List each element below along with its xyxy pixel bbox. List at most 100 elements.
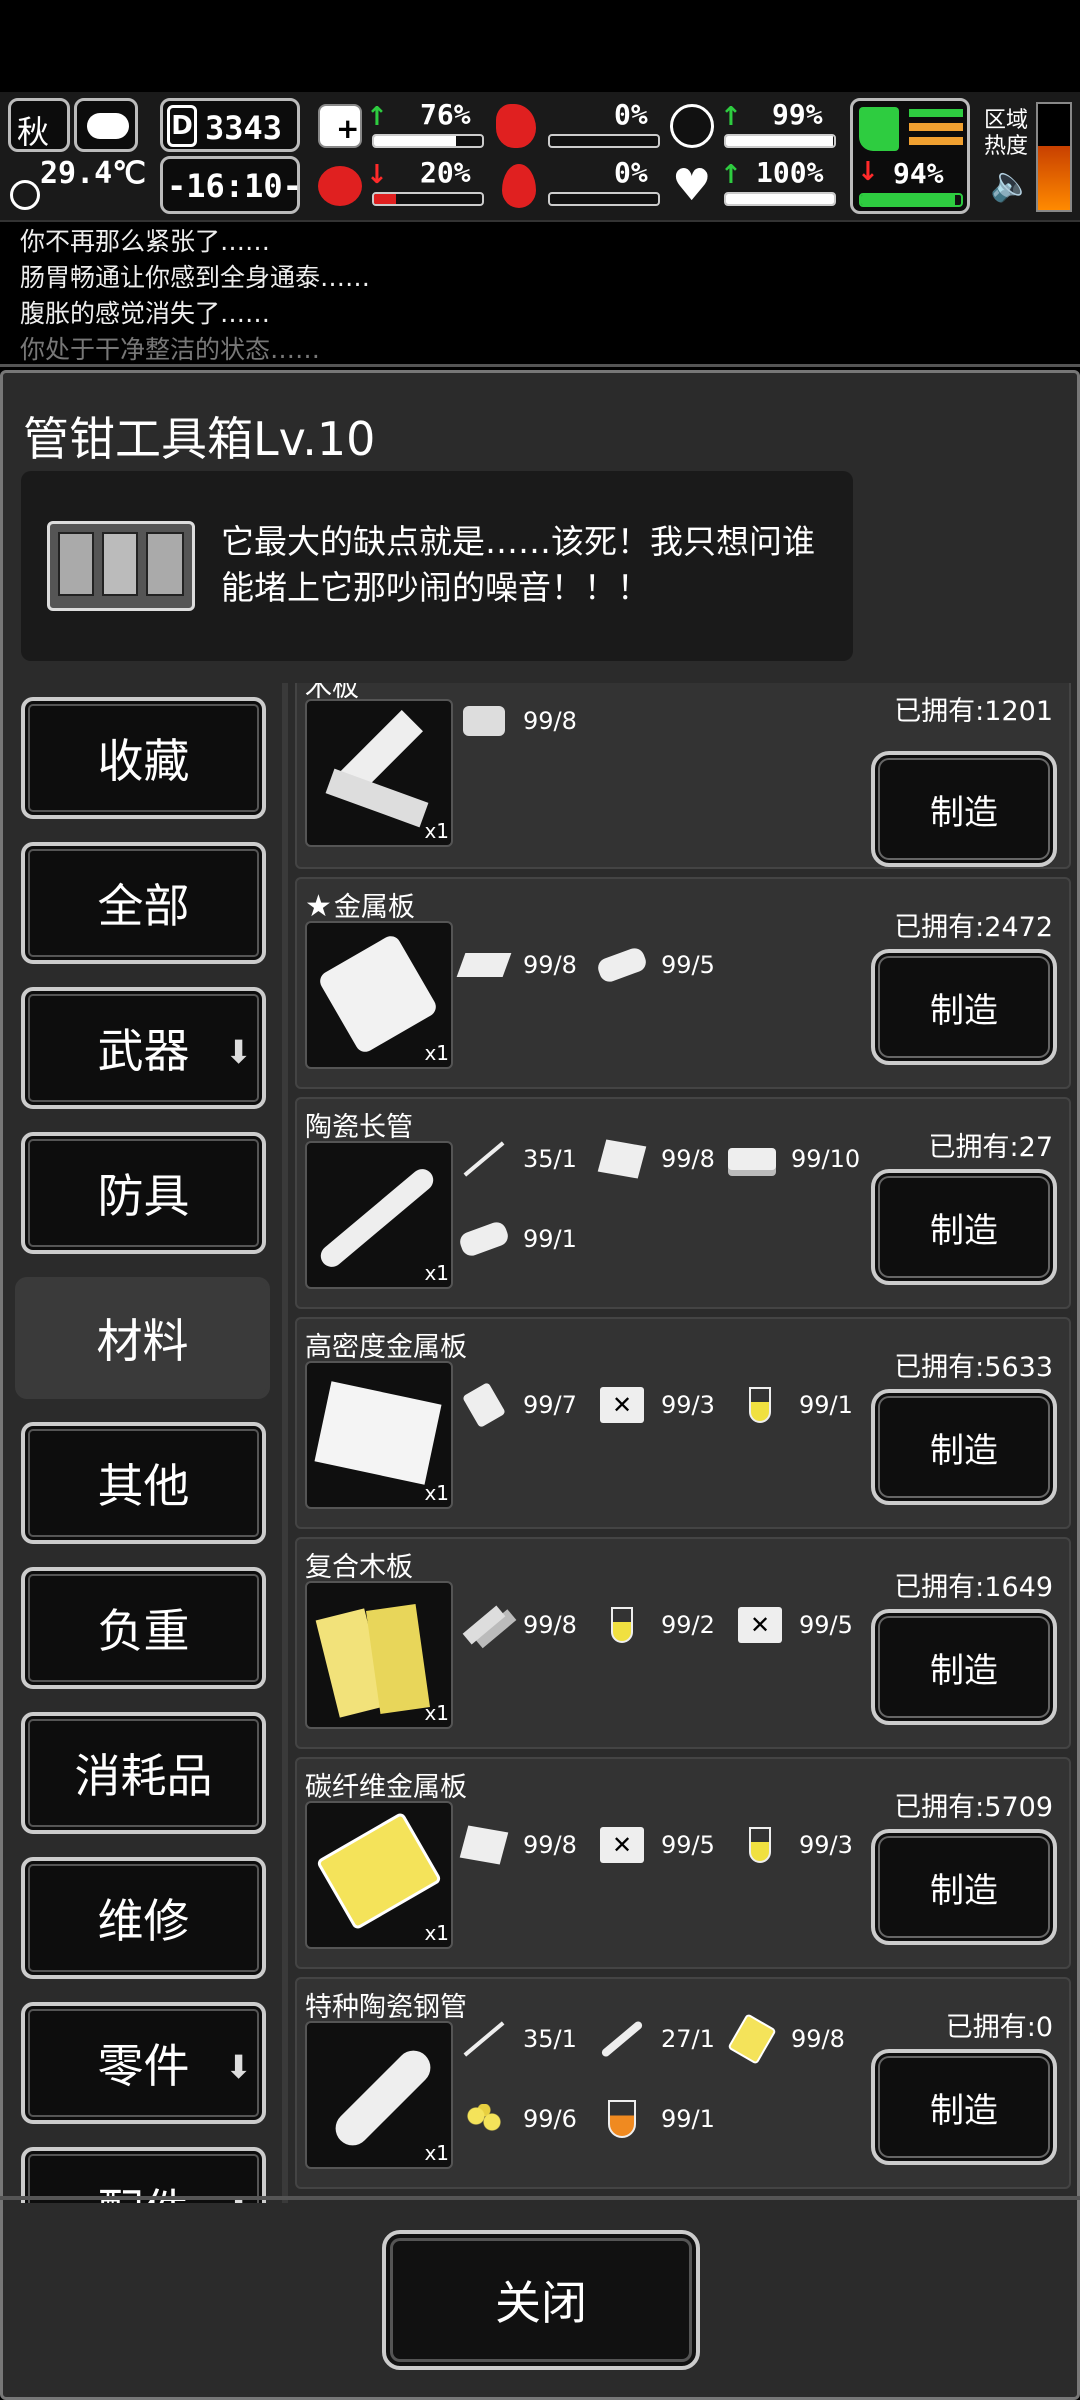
ceramic-pipe-icon: x1: [305, 1141, 453, 1289]
heart-icon: ♥: [672, 160, 712, 211]
shield-icon: [670, 104, 714, 148]
make-button[interactable]: 制造: [871, 2049, 1057, 2165]
scrap-metal-icon: [457, 1217, 511, 1261]
owned-count: 已拥有:2472: [894, 912, 1053, 943]
health-value: 76%: [420, 98, 471, 131]
day-icon: D: [167, 105, 197, 147]
make-button[interactable]: 制造: [871, 1609, 1057, 1725]
category-favorites[interactable]: 收藏: [21, 697, 266, 819]
recipe-name: ★金属板: [305, 889, 415, 924]
stamina-value: 94%: [893, 157, 944, 190]
category-consumables[interactable]: 消耗品: [21, 1712, 266, 1834]
metal-plate-icon: x1: [305, 921, 453, 1069]
medkit-icon: +: [318, 104, 362, 148]
scrap-metal-icon: [595, 943, 649, 987]
stamina-bar: [859, 193, 963, 207]
recipe-card-ceramic-pipe: 陶瓷长管 已拥有:27 x1 35/1 99/8 99/10 99/1 制造: [295, 1097, 1071, 1309]
star-icon[interactable]: ★: [305, 889, 332, 924]
category-weapons[interactable]: 武器 ⬇: [21, 987, 266, 1109]
category-accessories[interactable]: 配件⬇: [21, 2147, 266, 2203]
time-cell: -16:10-: [160, 156, 302, 214]
zone-heat-gauge: [1036, 102, 1072, 212]
weather-cell: [74, 98, 138, 152]
trend-down-icon: ↓: [857, 157, 879, 187]
trend-up-icon: ↑: [720, 160, 742, 190]
season-label: 秋: [17, 113, 50, 151]
panel-title: 管钳工具箱Lv.10: [23, 412, 376, 466]
health-bar: [372, 134, 484, 148]
recipe-name: 复合木板: [305, 1552, 413, 1583]
category-sidebar[interactable]: 收藏 全部 武器⬇ 防具 材料 其他 负重 消耗品 维修 零件⬇ 配件⬇: [3, 683, 288, 2203]
make-button[interactable]: 制造: [871, 1829, 1057, 1945]
make-button[interactable]: 制造: [871, 949, 1057, 1065]
description-box: 它最大的缺点就是……该死！我只想问谁能堵上它那吵闹的噪音！！！: [21, 471, 853, 661]
recipe-list[interactable]: 木板 已拥有:1201 x1 99/8 制造 ★金属板 已拥有:2472 x1 …: [293, 683, 1075, 2201]
shield-bar: [724, 134, 836, 148]
down-arrow-icon: ⬇: [225, 2048, 252, 2086]
ingredient: 99/7: [459, 1381, 577, 1429]
ingredient: 99/1: [457, 1217, 577, 1261]
thin-pipe-icon: [597, 2017, 647, 2061]
make-button[interactable]: 制造: [871, 751, 1057, 867]
recipe-name: 碳纤维金属板: [305, 1772, 467, 1803]
category-other[interactable]: 其他: [21, 1422, 266, 1544]
orange-flask-icon: [597, 2097, 647, 2141]
category-repair[interactable]: 维修: [21, 1857, 266, 1979]
trend-down-icon: ↓: [366, 160, 388, 190]
ingredient: 99/3: [735, 1823, 853, 1867]
ingredient: 99/8: [459, 699, 577, 743]
thin-rod-icon: [459, 1137, 509, 1181]
recipe-card-dense-metal-sheet: 高密度金属板 已拥有:5633 x1 99/7 ✕ 99/3 99/1 制造: [295, 1317, 1071, 1529]
ingredient: 27/1: [597, 2017, 715, 2061]
log-line: 腹胀的感觉消失了……: [20, 299, 271, 328]
category-all[interactable]: 全部: [21, 842, 266, 964]
trend-up-icon: ↑: [366, 102, 388, 132]
yellow-flask-icon: [735, 1383, 785, 1427]
stomach-icon: [496, 104, 536, 148]
cloud-icon: [87, 113, 129, 139]
metal-sheet-icon: [459, 1823, 509, 1867]
category-armor[interactable]: 防具: [21, 1132, 266, 1254]
make-button[interactable]: 制造: [871, 1169, 1057, 1285]
close-button[interactable]: 关闭: [382, 2230, 700, 2370]
day-counter: 3343: [205, 109, 283, 147]
owned-count: 已拥有:27: [928, 1132, 1053, 1163]
category-carry[interactable]: 负重: [21, 1567, 266, 1689]
make-button[interactable]: 制造: [871, 1389, 1057, 1505]
blood-value: 0%: [614, 156, 648, 189]
brain-icon: [318, 166, 362, 206]
metal-sheet-icon: [597, 1137, 647, 1181]
message-log: 你不再那么紧张了…… 肠胃畅通让你感到全身通泰…… 腹胀的感觉消失了…… 你处于…: [0, 222, 1080, 367]
category-materials[interactable]: 材料: [15, 1277, 270, 1399]
heart-bar: [724, 192, 836, 206]
ingredient: 99/8: [459, 1603, 577, 1647]
owned-count: 已拥有:1649: [894, 1572, 1053, 1603]
down-arrow-icon: ⬇: [225, 1033, 252, 1071]
chemical-can-icon: ✕: [735, 1603, 785, 1647]
thin-rod-icon: [459, 2017, 509, 2061]
recipe-card-steel-pipe: 特种陶瓷钢管 已拥有:0 x1 35/1 27/1 99/8 99/6 99/1…: [295, 1977, 1071, 2189]
log-line: 你不再那么紧张了……: [20, 227, 271, 256]
zone-heat-label: 区域 热度: [984, 108, 1029, 159]
hunger-value: 0%: [614, 98, 648, 131]
ingredient: 99/8: [597, 1137, 715, 1181]
carbon-fiber-plate-icon: x1: [305, 1801, 453, 1949]
ingredient: 99/1: [597, 2097, 715, 2141]
mental-bar: [372, 192, 484, 206]
speaker-icon[interactable]: 🔈: [990, 164, 1032, 204]
metal-plate-icon: [459, 1381, 509, 1429]
ingredient: 99/5: [595, 943, 715, 987]
recipe-card-carbon-fiber-plate: 碳纤维金属板 已拥有:5709 x1 99/8 ✕ 99/5 99/3 制造: [295, 1757, 1071, 1969]
log-line: 肠胃畅通让你感到全身通泰……: [20, 263, 371, 292]
temperature-readout: 29.4℃: [40, 156, 146, 191]
dense-metal-sheet-icon: x1: [305, 1361, 453, 1509]
owned-count: 已拥有:0: [945, 2012, 1053, 2043]
item-description: 它最大的缺点就是……该死！我只想问谁能堵上它那吵闹的噪音！！！: [221, 522, 815, 607]
category-parts[interactable]: 零件 ⬇: [21, 2002, 266, 2124]
yellow-flask-icon: [597, 1603, 647, 1647]
log-line: 你处于干净整洁的状态……: [20, 335, 321, 364]
stamina-cell: ↓ 94%: [850, 98, 970, 214]
ingredient: 99/8: [456, 943, 577, 987]
ingredient: ✕ 99/5: [597, 1823, 715, 1867]
composite-wood-icon: x1: [305, 1581, 453, 1729]
